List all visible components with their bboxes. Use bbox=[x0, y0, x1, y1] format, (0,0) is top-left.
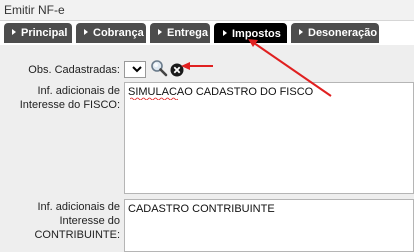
spellcheck-underline bbox=[130, 97, 178, 100]
caret-right-icon bbox=[223, 30, 227, 36]
window-titlebar: Emitir NF-e bbox=[0, 0, 414, 21]
close-icon[interactable] bbox=[170, 63, 184, 77]
tab-desoneracao[interactable]: Desoneração bbox=[291, 23, 379, 43]
tab-content-impostos: Obs. Cadastradas: Inf. adicionais de Int… bbox=[0, 45, 414, 252]
tab-bar: Principal Cobrança Entrega Impostos Deso… bbox=[0, 21, 414, 45]
tab-label: Desoneração bbox=[308, 27, 378, 39]
tab-impostos[interactable]: Impostos bbox=[214, 23, 287, 43]
obs-select[interactable] bbox=[124, 61, 146, 78]
contrib-info-textarea[interactable]: CADASTRO CONTRIBUINTE bbox=[124, 199, 414, 252]
window-title: Emitir NF-e bbox=[4, 3, 65, 17]
tab-principal[interactable]: Principal bbox=[4, 23, 72, 43]
fisco-label: Inf. adicionais de Interesse do FISCO: bbox=[19, 85, 120, 111]
obs-label: Obs. Cadastradas: bbox=[28, 64, 120, 76]
tab-entrega[interactable]: Entrega bbox=[150, 23, 210, 43]
caret-right-icon bbox=[84, 29, 88, 35]
tab-label: Entrega bbox=[167, 27, 208, 39]
tab-label: Impostos bbox=[232, 28, 281, 40]
caret-right-icon bbox=[158, 29, 162, 35]
search-icon[interactable] bbox=[150, 59, 168, 77]
tab-label: Principal bbox=[21, 27, 68, 39]
contrib-label: Inf. adicionais de Interesse do CONTRIBU… bbox=[34, 201, 120, 241]
caret-right-icon bbox=[12, 29, 16, 35]
caret-right-icon bbox=[299, 29, 303, 35]
tab-label: Cobrança bbox=[93, 27, 144, 39]
tab-cobranca[interactable]: Cobrança bbox=[76, 23, 146, 43]
